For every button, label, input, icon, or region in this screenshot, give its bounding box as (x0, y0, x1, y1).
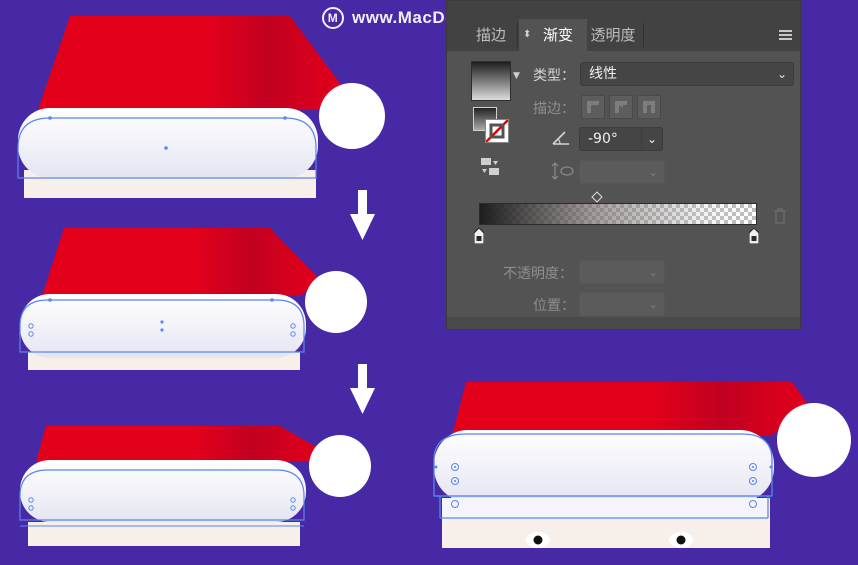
gradient-stop-left[interactable] (473, 227, 485, 245)
hat-pompom (319, 83, 385, 149)
stroke-along-button[interactable] (609, 95, 633, 119)
chevron-down-icon: ⌄ (647, 165, 658, 179)
location-label: 位置： (533, 298, 575, 314)
gradient-panel: 描边 ⬍ 渐变 透明度 ▼ 类型： 线性 ⌄ 描边： -90° ⌄ ⌄ 不透明度… (446, 0, 801, 330)
type-label: 类型： (533, 68, 575, 84)
down-arrow-icon (350, 190, 375, 240)
opacity-label: 不透明度： (503, 266, 573, 282)
macdown-logo-icon: M (322, 7, 344, 29)
gradient-stop-right[interactable] (748, 227, 760, 245)
hat-stage-1 (17, 16, 385, 198)
chevron-down-icon: ⌄ (646, 132, 658, 146)
hat-stage-2 (19, 228, 367, 370)
panel-tabs: 描边 ⬍ 渐变 透明度 (447, 1, 800, 51)
panel-collapse-icon[interactable]: ⬍ (523, 19, 531, 51)
tab-gradient[interactable]: ⬍ 渐变 (519, 19, 587, 51)
stroke-across-button[interactable] (637, 95, 661, 119)
stroke-label: 描边： (533, 101, 575, 117)
trash-icon[interactable] (773, 208, 787, 228)
chevron-down-icon[interactable]: ▼ (513, 71, 520, 81)
midpoint-diamond[interactable] (591, 191, 603, 203)
aspect-ratio-dropdown[interactable]: ⌄ (579, 160, 665, 184)
angle-value: -90° (588, 131, 618, 147)
angle-dropdown-button[interactable]: ⌄ (641, 127, 663, 151)
type-value: 线性 (589, 66, 617, 82)
aspect-ratio-icon (551, 162, 575, 184)
stroke-swatch[interactable] (485, 119, 509, 143)
hat-stage-4 (433, 382, 851, 548)
menu-icon[interactable] (779, 30, 792, 40)
gradient-preview-swatch[interactable] (471, 61, 511, 101)
chevron-down-icon: ⌄ (776, 67, 787, 81)
tab-stroke[interactable]: 描边 (467, 19, 515, 51)
reverse-gradient-icon[interactable] (479, 157, 501, 177)
hat-cone (38, 16, 345, 110)
chevron-down-icon: ⌄ (647, 297, 658, 311)
hat-stage-3 (19, 426, 371, 546)
opacity-dropdown[interactable]: ⌄ (579, 260, 665, 284)
type-dropdown[interactable]: 线性 ⌄ (580, 62, 794, 86)
stroke-within-button[interactable] (581, 95, 605, 119)
gradient-slider[interactable] (479, 203, 757, 225)
chevron-down-icon: ⌄ (647, 265, 658, 279)
tab-transparency[interactable]: 透明度 (585, 19, 641, 51)
location-dropdown[interactable]: ⌄ (579, 292, 665, 316)
down-arrow-icon (350, 364, 375, 414)
tab-gradient-label: 渐变 (542, 26, 573, 44)
panel-footer (447, 317, 800, 329)
angle-icon (551, 129, 571, 151)
